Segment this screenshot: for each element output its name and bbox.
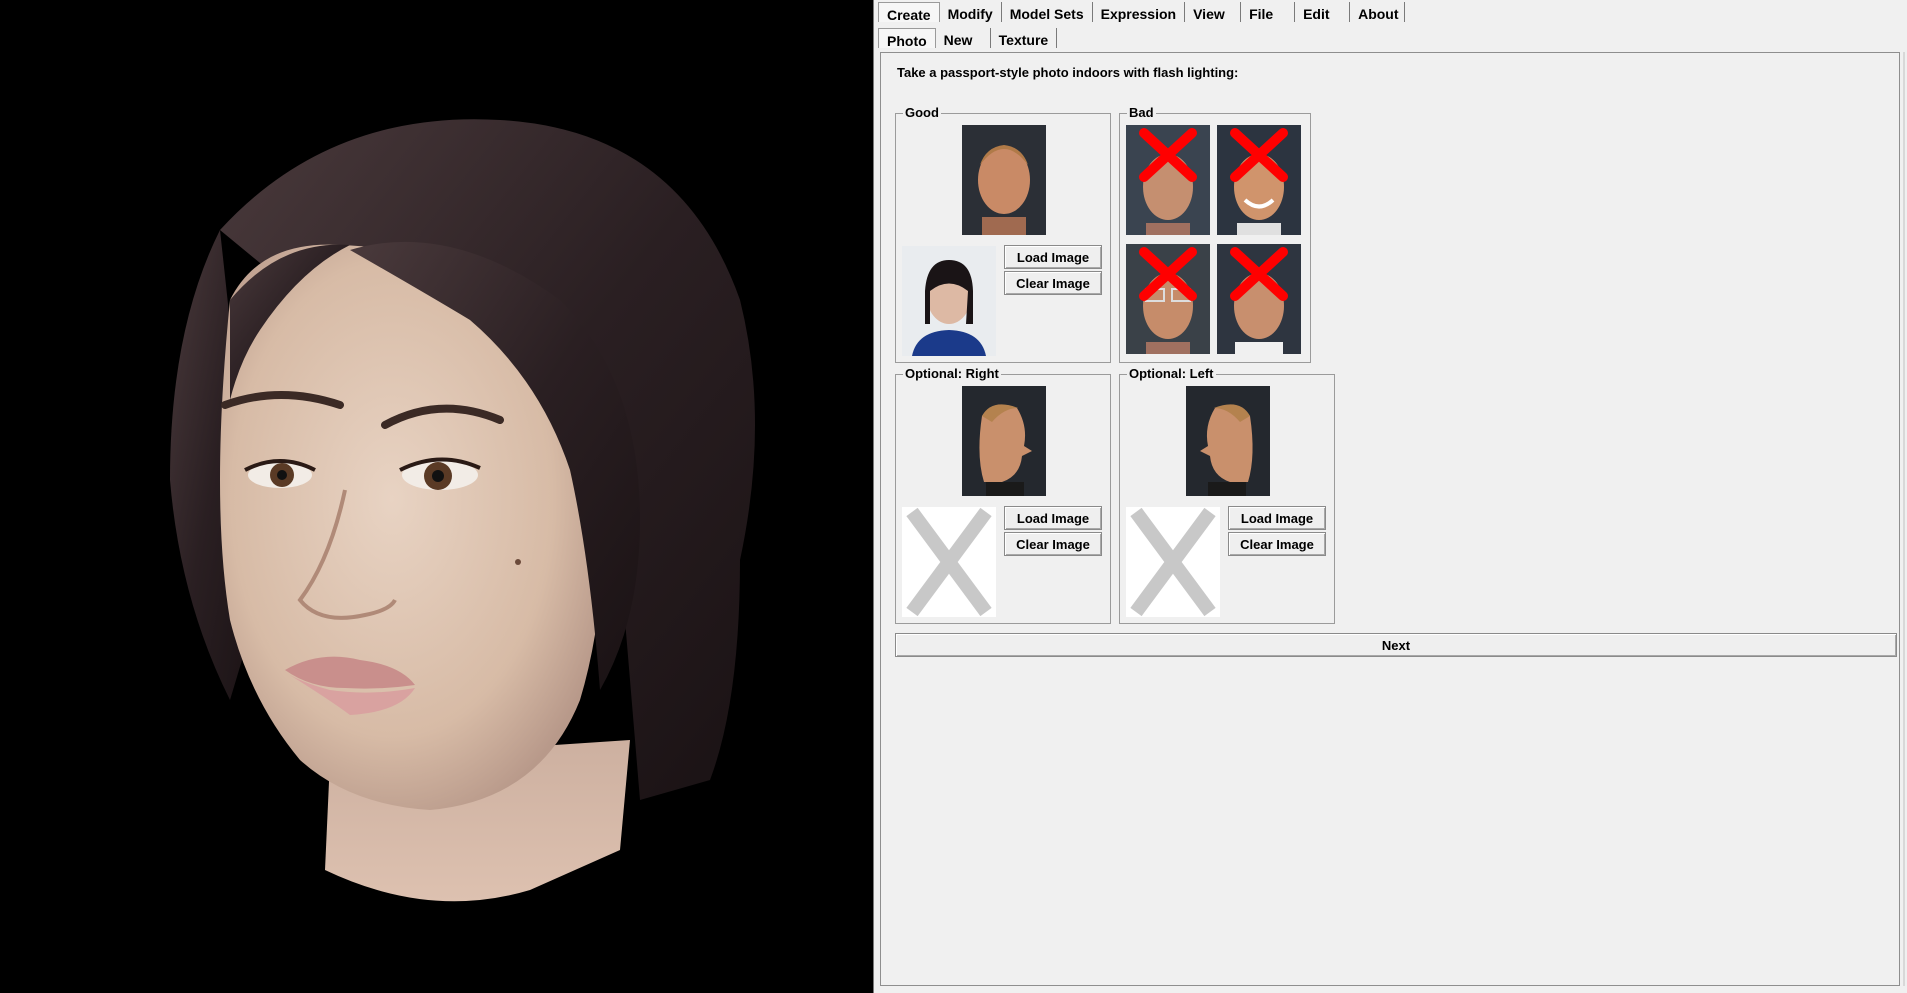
bad-example-3 [1126,244,1210,354]
left-image-placeholder [1126,507,1220,617]
instruction-text: Take a passport-style photo indoors with… [897,65,1239,80]
good-group: Good Load Image Clear Image [895,105,1111,363]
tab-file[interactable]: File [1241,2,1296,22]
good-clear-image-button[interactable]: Clear Image [1004,271,1102,295]
good-example-photo [962,125,1046,235]
good-group-title: Good [903,105,941,120]
right-clear-image-button[interactable]: Clear Image [1004,532,1102,556]
good-load-image-button[interactable]: Load Image [1004,245,1102,269]
control-panel: Create Modify Model Sets Expression View… [876,0,1907,993]
tab-texture[interactable]: Texture [991,28,1058,48]
tab-about[interactable]: About [1350,2,1406,22]
sub-tab-bar: Photo New Texture [878,28,1058,52]
tab-view[interactable]: View [1185,2,1242,22]
tab-model-sets[interactable]: Model Sets [1002,2,1093,22]
bad-example-4 [1217,244,1301,354]
tab-edit[interactable]: Edit [1295,2,1351,22]
left-load-image-button[interactable]: Load Image [1228,506,1326,530]
right-load-image-button[interactable]: Load Image [1004,506,1102,530]
tab-photo[interactable]: Photo [878,28,936,49]
bad-example-1 [1126,125,1210,235]
right-image-placeholder [902,507,996,617]
bad-group: Bad [1119,105,1311,363]
bad-example-2 [1217,125,1301,235]
photo-tab-content: Take a passport-style photo indoors with… [880,52,1900,986]
left-profile-example [1186,386,1270,496]
tab-expression[interactable]: Expression [1093,2,1186,22]
right-profile-example [962,386,1046,496]
tab-modify[interactable]: Modify [940,2,1002,22]
optional-right-title: Optional: Right [903,366,1001,381]
panel-edge [1903,52,1905,986]
tab-create[interactable]: Create [878,2,940,23]
tab-new[interactable]: New [936,28,991,48]
optional-right-group: Optional: Right Load Image Clear Image [895,366,1111,624]
next-button[interactable]: Next [895,633,1897,657]
main-tab-bar: Create Modify Model Sets Expression View… [878,2,1406,26]
bad-group-title: Bad [1127,105,1156,120]
3d-viewport[interactable] [0,0,874,993]
left-clear-image-button[interactable]: Clear Image [1228,532,1326,556]
optional-left-group: Optional: Left Load Image Clear Image [1119,366,1335,624]
head-render [170,119,755,902]
optional-left-title: Optional: Left [1127,366,1216,381]
loaded-front-photo [902,246,996,356]
